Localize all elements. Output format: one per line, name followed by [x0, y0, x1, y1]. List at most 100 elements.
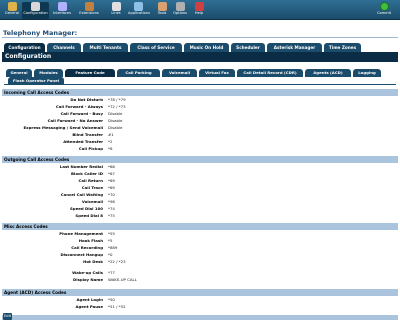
tab-music-on-hold[interactable]: Music On Hold [184, 43, 229, 52]
toolbar-tools[interactable]: Tools [152, 2, 172, 19]
field-value: Disable [108, 111, 123, 116]
toolbar-options[interactable]: Options [170, 2, 190, 19]
field-value: #1 [108, 132, 114, 137]
field-value: *0 [108, 252, 113, 257]
table-row: Disconnect Hangup *0 [2, 251, 398, 258]
edit-button[interactable]: Edit [3, 313, 12, 320]
subtab-flash-operator-panel[interactable]: Flash Operator Panel [8, 77, 64, 84]
subtab-virtual-fax[interactable]: Virtual Fax [199, 69, 235, 77]
table-row: Speed Dial 8 *75 [2, 212, 398, 219]
field-value: *22 / *23 [108, 259, 126, 264]
page-title: Telephony Manager: [3, 29, 78, 37]
table-row: Phone Management *55 [2, 230, 398, 237]
tab-asterisk-manager[interactable]: Asterisk Manager [267, 43, 322, 52]
tab-time-zones[interactable]: Time Zones [324, 43, 361, 52]
field-label: Call Trace [81, 185, 103, 190]
table-row: Do Not Disturb *78 / *79 [2, 96, 398, 103]
field-value: *69 [108, 178, 115, 183]
field-label: Blind Transfer [72, 132, 103, 137]
field-value: *889 [108, 245, 118, 250]
field-value: *55 [108, 231, 115, 236]
table-row: Wake-up Calls *77 [2, 269, 398, 276]
field-value: *8 [108, 146, 113, 151]
toolbar-interfaces[interactable]: Interfaces [52, 2, 72, 19]
toolbar-label: Extensions [79, 11, 99, 15]
extensions-icon [84, 2, 94, 11]
field-value: *50 [108, 297, 115, 302]
toolbar-label: Configuration [23, 11, 48, 15]
field-label: Phone Management [59, 231, 103, 236]
subtab-voicemail[interactable]: Voicemail [162, 69, 197, 77]
field-label: Call Forward - No Answer [47, 118, 103, 123]
toolbar-label: General [4, 11, 20, 15]
table-row: Blind Transfer #1 [2, 131, 398, 138]
toolbar-label: Applications [128, 11, 150, 15]
field-value: *69 [108, 185, 115, 190]
toolbar-label: Tools [157, 11, 167, 15]
table-row: Hook Flash *5 [2, 237, 398, 244]
field-value: WAKE-UP CALL [108, 277, 137, 282]
field-value: *70 [108, 192, 115, 197]
field-value: Disable [108, 118, 123, 123]
toolbar-label: Interfaces [53, 11, 71, 15]
tab-class-of-service[interactable]: Class of Service [130, 43, 182, 52]
subtab-general[interactable]: General [6, 69, 32, 77]
tab-scheduler[interactable]: Scheduler [231, 43, 265, 52]
subtab-feature-code[interactable]: Feature Code [65, 69, 115, 77]
field-value: *2 [108, 139, 113, 144]
field-label: Call Forward - Busy [60, 111, 103, 116]
table-row: Hot Desk *22 / *23 [2, 258, 398, 265]
section-header: Incoming Call Access Codes [2, 89, 398, 96]
field-label: Call Forward - Always [55, 104, 103, 109]
field-value: Disable [108, 125, 123, 130]
toolbar-help[interactable]: Help [189, 2, 209, 19]
table-row: Speed Dial 100 *74 [2, 205, 398, 212]
field-label: Last Number Redial [59, 164, 103, 169]
field-label: Call Pickup [78, 146, 103, 151]
field-label: Agent Pause [75, 304, 103, 309]
table-row: Call Forward - Busy Disable [2, 110, 398, 117]
subtab-call-parking[interactable]: Call Parking [117, 69, 160, 77]
field-value: *72 / *73 [108, 104, 126, 109]
section-title: Configuration [2, 52, 398, 62]
toolbar-lines[interactable]: Lines [106, 2, 126, 19]
top-toolbar: General Configuration Interfaces Extensi… [0, 0, 400, 20]
field-label: Hook Flash [78, 238, 103, 243]
field-label: Disconnect Hangup [60, 252, 103, 257]
table-row: Display Name WAKE-UP CALL [2, 276, 398, 283]
subtab-agents-acd[interactable]: Agents (ACD) [305, 69, 351, 77]
field-label: Voicemail [81, 199, 103, 204]
subtab-logging[interactable]: Logging [353, 69, 381, 77]
toolbar-configuration[interactable]: Configuration [22, 2, 49, 19]
table-row: Call Trace *69 [2, 184, 398, 191]
tools-icon [157, 2, 167, 11]
table-row: Cancel Call Waiting *70 [2, 191, 398, 198]
section-header: Agent (ACD) Access Codes [2, 289, 398, 296]
toolbar-general[interactable]: General [2, 2, 22, 19]
field-value: *74 [108, 206, 115, 211]
field-value: *51 / *52 [108, 304, 126, 309]
toolbar-applications[interactable]: Applications [128, 2, 150, 19]
lines-icon [111, 2, 121, 11]
subtab-cdr[interactable]: Call Detail Record (CDR) [237, 69, 303, 77]
field-label: Attended Transfer [63, 139, 103, 144]
table-row: Last Number Redial *66 [2, 163, 398, 170]
tab-configuration[interactable]: Configuration [4, 43, 45, 52]
field-value: *98 [108, 199, 115, 204]
commit-button[interactable]: Commit [374, 2, 394, 16]
help-icon [194, 2, 204, 11]
field-label: Display Name [73, 277, 103, 282]
field-value: *75 [108, 213, 115, 218]
table-row: Agent Pause *51 / *52 [2, 303, 398, 310]
tab-multi-tenants[interactable]: Multi Tenants [83, 43, 128, 52]
subtab-modules[interactable]: Modules [34, 69, 63, 77]
configuration-icon [31, 2, 40, 11]
interfaces-icon [57, 2, 67, 11]
table-row: Attended Transfer *2 [2, 138, 398, 145]
table-row: Call Return *69 [2, 177, 398, 184]
toolbar-extensions[interactable]: Extensions [79, 2, 99, 19]
applications-icon [133, 2, 143, 11]
field-value: *67 [108, 171, 115, 176]
tab-channels[interactable]: Channels [47, 43, 81, 52]
field-label: Block Caller ID [71, 171, 103, 176]
